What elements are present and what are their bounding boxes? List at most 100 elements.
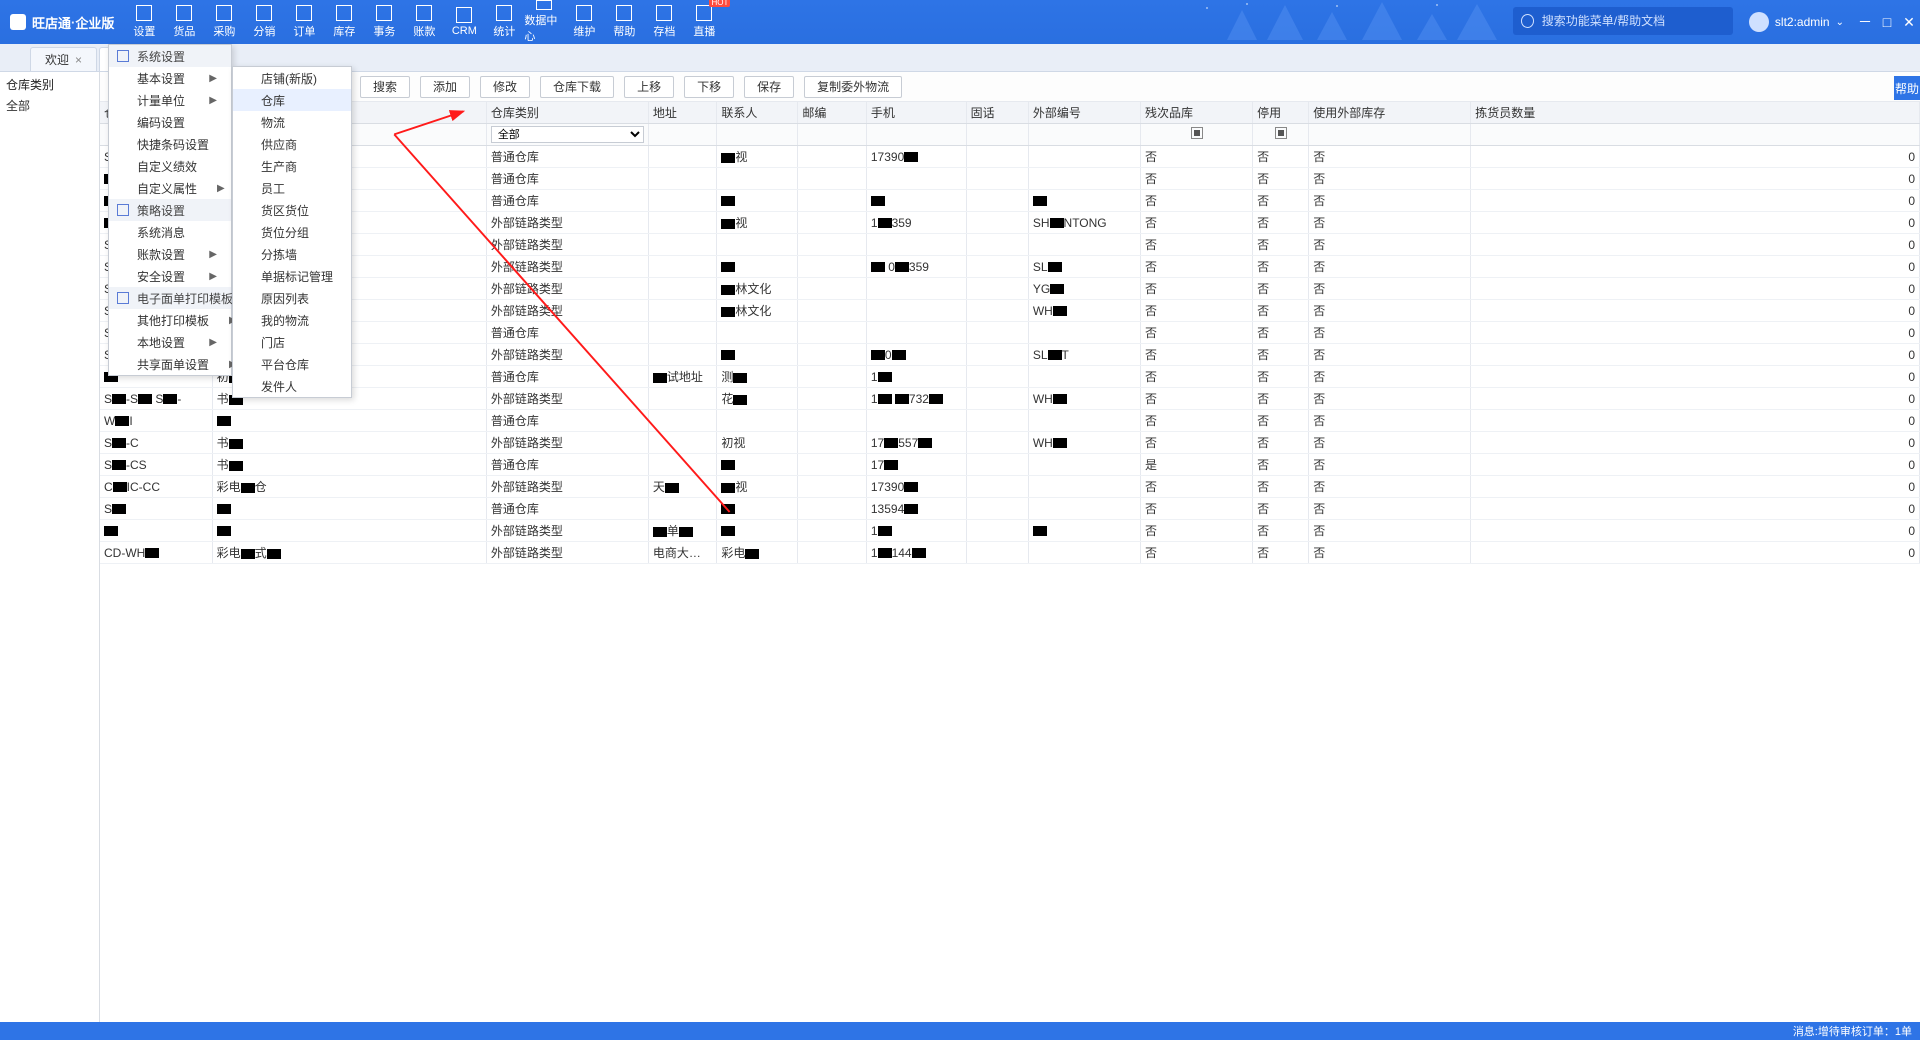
- close-icon[interactable]: ×: [75, 53, 82, 67]
- column-header-mobile[interactable]: 手机: [866, 102, 966, 124]
- column-header-defect[interactable]: 残次品库: [1141, 102, 1253, 124]
- table-row[interactable]: S普通仓库13594否否否0: [100, 498, 1920, 520]
- indeterminate-checkbox[interactable]: [1275, 127, 1287, 139]
- ribbon-icon: [176, 5, 192, 21]
- side-panel-value[interactable]: 全部: [6, 97, 93, 114]
- table-row[interactable]: 初普通仓库试地址测1否否否0: [100, 366, 1920, 388]
- filter-type-select[interactable]: 全部: [491, 126, 644, 143]
- column-header-contact[interactable]: 联系人: [717, 102, 798, 124]
- column-header-type[interactable]: 仓库类别: [486, 102, 648, 124]
- menu-item[interactable]: 共享面单设置▶: [109, 353, 231, 375]
- submenu-item[interactable]: 货区货位: [233, 199, 351, 221]
- column-header-ext[interactable]: 外部编号: [1028, 102, 1140, 124]
- ribbon-item-8[interactable]: CRM: [444, 0, 484, 44]
- toolbar-button-4[interactable]: 上移: [624, 76, 674, 98]
- menu-item[interactable]: 安全设置▶: [109, 265, 231, 287]
- submenu-item[interactable]: 物流: [233, 111, 351, 133]
- menu-group-header: 策略设置: [109, 199, 231, 221]
- submenu-item[interactable]: 员工: [233, 177, 351, 199]
- window-maximize-button[interactable]: □: [1876, 0, 1898, 44]
- window-minimize-button[interactable]: －: [1854, 0, 1876, 44]
- ribbon-item-12[interactable]: 帮助: [604, 0, 644, 44]
- tab-0[interactable]: 欢迎×: [30, 47, 97, 71]
- table-row[interactable]: 外部链路类型单1否否否0: [100, 520, 1920, 542]
- ribbon-icon: [496, 5, 512, 21]
- table-row[interactable]: S DYGPC深外部链路类型林文化WH否否否0: [100, 300, 1920, 322]
- table-row[interactable]: S-CS书普通仓库17是否否0: [100, 454, 1920, 476]
- submenu-item[interactable]: 发件人: [233, 375, 351, 397]
- column-header-useext[interactable]: 使用外部库存: [1309, 102, 1471, 124]
- submenu-item[interactable]: 门店: [233, 331, 351, 353]
- ribbon-icon: [616, 5, 632, 21]
- submenu-item[interactable]: 平台仓库: [233, 353, 351, 375]
- submenu-item[interactable]: 我的物流: [233, 309, 351, 331]
- menu-item[interactable]: 计量单位▶: [109, 89, 231, 111]
- help-side-tab[interactable]: 帮助: [1894, 76, 1920, 100]
- ribbon-item-11[interactable]: 维护: [564, 0, 604, 44]
- global-search[interactable]: [1513, 7, 1733, 35]
- table-row[interactable]: S S书普通仓库视17390否否否0: [100, 146, 1920, 168]
- submenu-item[interactable]: 仓库: [233, 89, 351, 111]
- toolbar-button-1[interactable]: 添加: [420, 76, 470, 98]
- ribbon-item-13[interactable]: 存档: [644, 0, 684, 44]
- submenu-item[interactable]: 分拣墙: [233, 243, 351, 265]
- table-row[interactable]: S-S S-书外部链路类型花1 732WH否否否0: [100, 388, 1920, 410]
- column-header-addr[interactable]: 地址: [648, 102, 717, 124]
- table-row[interactable]: S-C书外部链路类型初视17557WH否否否0: [100, 432, 1920, 454]
- ribbon-icon: [336, 5, 352, 21]
- indeterminate-checkbox[interactable]: [1191, 127, 1203, 139]
- menu-item[interactable]: 其他打印模板▶: [109, 309, 231, 331]
- ribbon-item-3[interactable]: 分销: [244, 0, 284, 44]
- table-row[interactable]: CIC-CC彩电仓外部链路类型天视17390否否否0: [100, 476, 1920, 498]
- chevron-right-icon: ▶: [189, 337, 217, 348]
- ribbon-item-4[interactable]: 订单: [284, 0, 324, 44]
- ribbon-item-5[interactable]: 库存: [324, 0, 364, 44]
- table-row[interactable]: CD-WH彩电式外部链路类型电商大道彩电1144否否否0: [100, 542, 1920, 564]
- ribbon-item-0[interactable]: 设置: [124, 0, 164, 44]
- menu-item[interactable]: 自定义绩效: [109, 155, 231, 177]
- table-row[interactable]: SNCS书外部链路类型否否否0: [100, 234, 1920, 256]
- table-row[interactable]: WI普通仓库否否否0: [100, 410, 1920, 432]
- menu-item[interactable]: 基本设置▶: [109, 67, 231, 89]
- ribbon-item-6[interactable]: 事务: [364, 0, 404, 44]
- toolbar-button-6[interactable]: 保存: [744, 76, 794, 98]
- submenu-item[interactable]: 店铺(新版): [233, 67, 351, 89]
- ribbon-item-1[interactable]: 货品: [164, 0, 204, 44]
- brand-name: 旺店通: [32, 13, 71, 32]
- user-menu[interactable]: slt2:admin ⌄: [1739, 0, 1854, 44]
- submenu-item[interactable]: 生产商: [233, 155, 351, 177]
- toolbar-button-2[interactable]: 修改: [480, 76, 530, 98]
- menu-item[interactable]: 自定义属性▶: [109, 177, 231, 199]
- ribbon-item-10[interactable]: 数据中心: [524, 0, 564, 44]
- menu-item[interactable]: 编码设置: [109, 111, 231, 133]
- menu-item[interactable]: 系统消息: [109, 221, 231, 243]
- toolbar-button-0[interactable]: 搜索: [360, 76, 410, 98]
- table-row[interactable]: 上普通仓库否否否0: [100, 190, 1920, 212]
- table-row[interactable]: S SZC书外部链路类型 0359SL否否否0: [100, 256, 1920, 278]
- table-row[interactable]: 书普通仓库否否否0: [100, 168, 1920, 190]
- submenu-item[interactable]: 供应商: [233, 133, 351, 155]
- toolbar-button-5[interactable]: 下移: [684, 76, 734, 98]
- submenu-item[interactable]: 货位分组: [233, 221, 351, 243]
- global-search-input[interactable]: [1540, 13, 1725, 29]
- menu-item[interactable]: 账款设置▶: [109, 243, 231, 265]
- toolbar-button-3[interactable]: 仓库下载: [540, 76, 614, 98]
- toolbar-button-7[interactable]: 复制委外物流: [804, 76, 902, 98]
- submenu-item[interactable]: 单据标记管理: [233, 265, 351, 287]
- submenu-item[interactable]: 原因列表: [233, 287, 351, 309]
- table-row[interactable]: 书外部链路类型视1359SHNTONG否否否0: [100, 212, 1920, 234]
- menu-item[interactable]: 本地设置▶: [109, 331, 231, 353]
- column-header-disabled[interactable]: 停用: [1253, 102, 1309, 124]
- table-row[interactable]: S DYGPC书外部链路类型林文化YG否否否0: [100, 278, 1920, 300]
- table-row[interactable]: Sn普通仓库否否否0: [100, 322, 1920, 344]
- ribbon-item-7[interactable]: 账款: [404, 0, 444, 44]
- column-header-pickers[interactable]: 拣货员数量: [1471, 102, 1920, 124]
- window-close-button[interactable]: ✕: [1898, 0, 1920, 44]
- column-header-zip[interactable]: 邮编: [798, 102, 867, 124]
- ribbon-item-9[interactable]: 统计: [484, 0, 524, 44]
- ribbon-item-14[interactable]: 直播: [684, 0, 724, 44]
- menu-item[interactable]: 快捷条码设置: [109, 133, 231, 155]
- ribbon-item-2[interactable]: 采购: [204, 0, 244, 44]
- table-row[interactable]: S--韩外部链路类型0SLT否否否0: [100, 344, 1920, 366]
- column-header-tel[interactable]: 固话: [966, 102, 1028, 124]
